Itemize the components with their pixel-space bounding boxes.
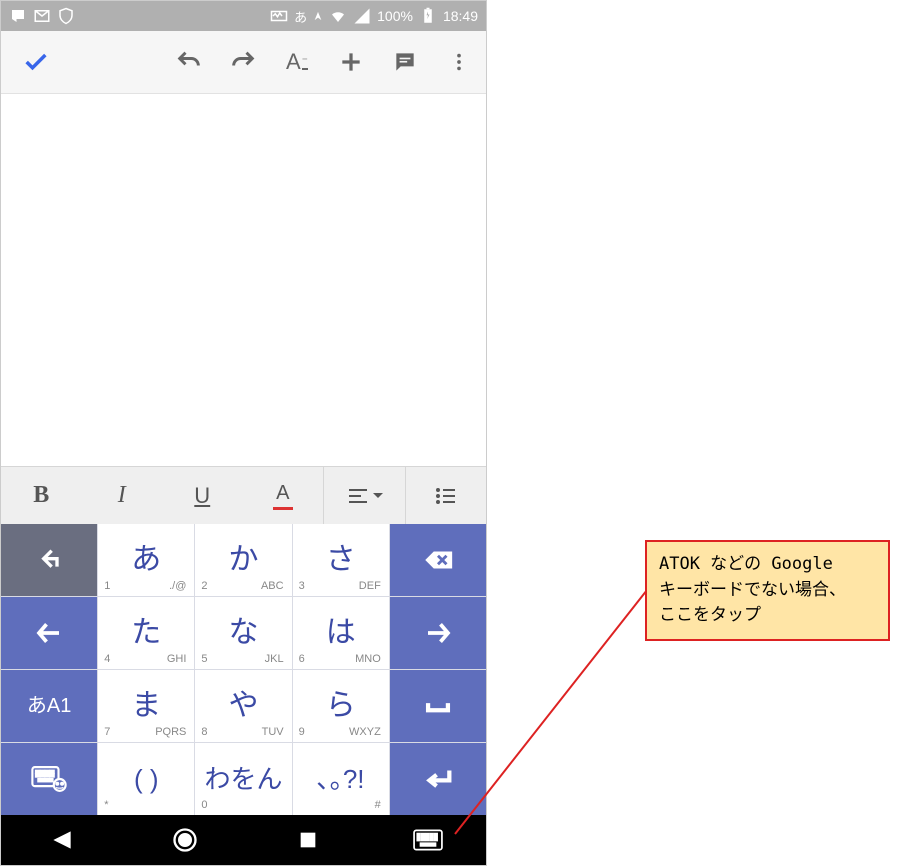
key-left[interactable]	[1, 597, 97, 669]
notif-icon-1	[9, 7, 27, 25]
text-format-button[interactable]: A⁻	[280, 45, 314, 79]
redo-button[interactable]	[226, 45, 260, 79]
key-reverse[interactable]	[1, 524, 97, 596]
keyboard: あ 1 ./@ か 2 ABC さ 3 DEF た	[1, 524, 486, 815]
battery-icon	[419, 7, 437, 25]
status-left	[9, 7, 75, 25]
key-backspace[interactable]	[390, 524, 486, 596]
app-toolbar: A⁻	[1, 31, 486, 93]
align-button[interactable]	[324, 467, 405, 524]
key-ra[interactable]: ら 9 WXYZ	[293, 670, 389, 742]
key-ha[interactable]: は 6 MNO	[293, 597, 389, 669]
key-right[interactable]	[390, 597, 486, 669]
bold-button[interactable]: B	[1, 467, 82, 524]
key-mode-switch[interactable]: あA1	[1, 670, 97, 742]
key-ka[interactable]: か 2 ABC	[195, 524, 291, 596]
nav-recents[interactable]	[288, 820, 328, 860]
key-sa[interactable]: さ 3 DEF	[293, 524, 389, 596]
battery-text: 100%	[377, 8, 413, 24]
status-right: あ 100% 18:49	[270, 7, 478, 26]
key-na[interactable]: な 5 JKL	[195, 597, 291, 669]
location-icon	[313, 7, 323, 25]
activity-icon	[270, 7, 288, 25]
undo-button[interactable]	[172, 45, 206, 79]
annotation-callout: ATOK などの Google キーボードでない場合、 ここをタップ	[645, 540, 890, 641]
phone-frame: あ 100% 18:49	[0, 0, 487, 866]
nav-bar	[1, 815, 486, 865]
more-button[interactable]	[442, 45, 476, 79]
key-ta[interactable]: た 4 GHI	[98, 597, 194, 669]
document-body[interactable]	[1, 93, 486, 466]
callout-line-1: ATOK などの Google	[659, 552, 876, 578]
callout-line-3: ここをタップ	[659, 603, 876, 629]
comment-button[interactable]	[388, 45, 422, 79]
nav-ime-switch[interactable]	[411, 827, 445, 853]
underline-button[interactable]: U	[162, 467, 243, 524]
gmail-icon	[33, 7, 51, 25]
text-color-button[interactable]: A	[243, 467, 324, 524]
list-button[interactable]	[406, 467, 487, 524]
format-toolbar: B I U A	[1, 466, 486, 524]
ime-indicator: あ	[294, 7, 307, 26]
done-button[interactable]	[19, 45, 53, 79]
signal-icon	[353, 7, 371, 25]
nav-home[interactable]	[165, 820, 205, 860]
key-ma[interactable]: ま 7 PQRS	[98, 670, 194, 742]
nav-back[interactable]	[42, 820, 82, 860]
key-emoji[interactable]	[1, 743, 97, 815]
wifi-icon	[329, 7, 347, 25]
key-punct[interactable]: ､｡?! #	[293, 743, 389, 815]
key-enter[interactable]	[390, 743, 486, 815]
key-ya[interactable]: や 8 TUV	[195, 670, 291, 742]
add-button[interactable]	[334, 45, 368, 79]
key-paren[interactable]: ( ) *	[98, 743, 194, 815]
clock-text: 18:49	[443, 8, 478, 24]
key-space[interactable]	[390, 670, 486, 742]
key-a[interactable]: あ 1 ./@	[98, 524, 194, 596]
status-bar: あ 100% 18:49	[1, 1, 486, 31]
callout-line-2: キーボードでない場合、	[659, 578, 876, 604]
shield-icon	[57, 7, 75, 25]
italic-button[interactable]: I	[82, 467, 163, 524]
key-wa[interactable]: わをん 0	[195, 743, 291, 815]
